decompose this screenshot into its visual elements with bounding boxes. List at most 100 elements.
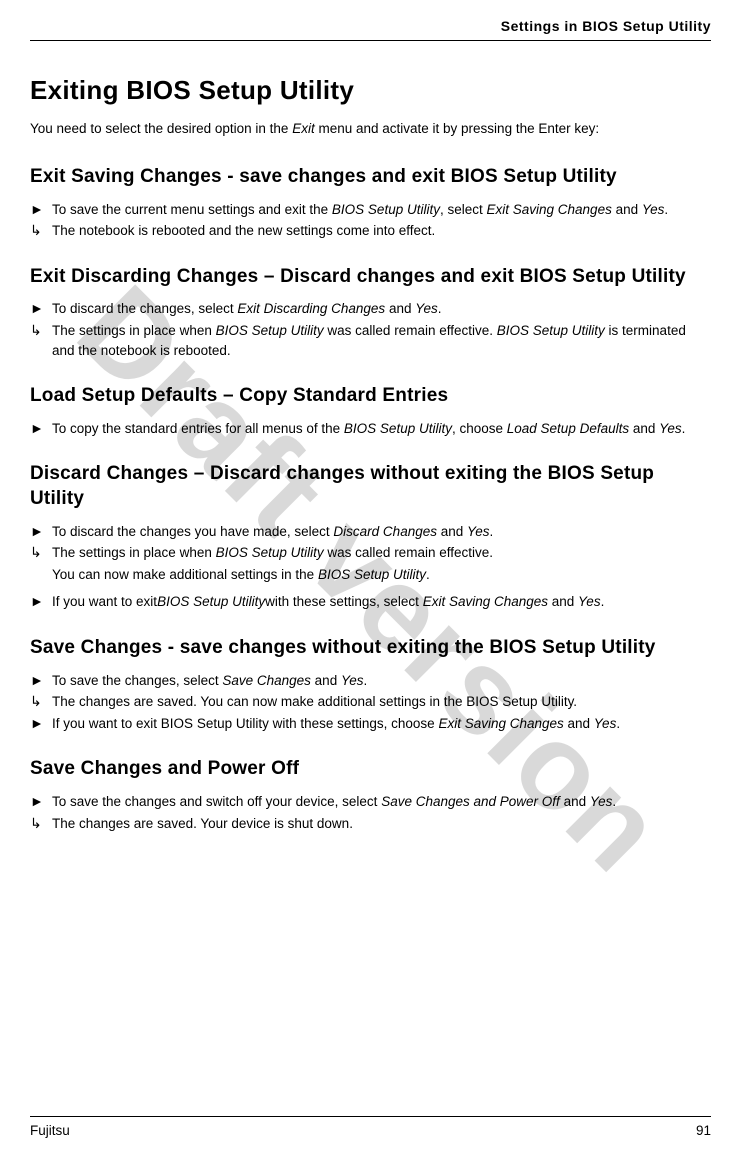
section-heading-load-defaults: Load Setup Defaults – Copy Standard Entr… <box>30 384 711 409</box>
result-bullet-icon: ↳ <box>30 321 52 339</box>
text: and <box>612 202 642 217</box>
text: and <box>564 716 594 731</box>
step-text: If you want to exitBIOS Setup Utilitywit… <box>52 592 711 612</box>
step-text: If you want to exit BIOS Setup Utility w… <box>52 714 711 734</box>
text: , choose <box>452 421 507 436</box>
step-bullet-icon: ► <box>30 792 52 810</box>
text: and <box>385 301 415 316</box>
result-item: ↳ The settings in place when BIOS Setup … <box>30 543 711 563</box>
text: The settings in place when <box>52 323 216 338</box>
step-bullet-icon: ► <box>30 522 52 540</box>
text: To discard the changes, select <box>52 301 237 316</box>
list: ► To copy the standard entries for all m… <box>30 419 711 439</box>
text: was called remain effective. <box>324 323 497 338</box>
step-text: To save the current menu settings and ex… <box>52 200 711 220</box>
text: and <box>629 421 659 436</box>
result-bullet-icon: ↳ <box>30 543 52 561</box>
text: To discard the changes you have made, se… <box>52 524 333 539</box>
italic-text: BIOS Setup Utility <box>332 202 440 217</box>
italic-text: Yes <box>467 524 490 539</box>
text: To save the current menu settings and ex… <box>52 202 332 217</box>
result-item: ↳ The settings in place when BIOS Setup … <box>30 321 711 360</box>
list: ► To discard the changes, select Exit Di… <box>30 299 711 360</box>
text: , select <box>440 202 487 217</box>
italic-text: BIOS Setup Utility <box>318 567 426 582</box>
text: with these settings, select <box>265 594 423 609</box>
page-title: Exiting BIOS Setup Utility <box>30 75 711 106</box>
step-text: To copy the standard entries for all men… <box>52 419 711 439</box>
text: To save the changes, select <box>52 673 222 688</box>
text: menu and activate it by pressing the Ent… <box>315 121 599 136</box>
text: You can now make additional settings in … <box>52 567 318 582</box>
italic-text: BIOS Setup Utility <box>216 323 324 338</box>
text: If you want to exit <box>52 594 157 609</box>
text: was called remain effective. <box>324 545 493 560</box>
result-text: The changes are saved. You can now make … <box>52 692 711 712</box>
list: ► To discard the changes you have made, … <box>30 522 711 612</box>
step-text: To discard the changes you have made, se… <box>52 522 711 542</box>
result-bullet-icon: ↳ <box>30 692 52 710</box>
text: and <box>548 594 578 609</box>
italic-text: Save Changes and Power Off <box>381 794 560 809</box>
step-bullet-icon: ► <box>30 299 52 317</box>
italic-text: Yes <box>341 673 364 688</box>
step-bullet-icon: ► <box>30 592 52 610</box>
result-text: The changes are saved. Your device is sh… <box>52 814 711 834</box>
result-text: The notebook is rebooted and the new set… <box>52 221 711 241</box>
step-bullet-icon: ► <box>30 419 52 437</box>
text: To save the changes and switch off your … <box>52 794 381 809</box>
result-item: ↳ The changes are saved. You can now mak… <box>30 692 711 712</box>
result-bullet-icon: ↳ <box>30 221 52 239</box>
running-head: Settings in BIOS Setup Utility <box>30 18 711 34</box>
step-text: To save the changes, select Save Changes… <box>52 671 711 691</box>
footer-rule <box>30 1116 711 1117</box>
italic-text: Exit Saving Changes <box>423 594 548 609</box>
section-heading-discard-changes: Discard Changes – Discard changes withou… <box>30 462 711 511</box>
text: . <box>426 567 430 582</box>
list: ► To save the changes, select Save Chang… <box>30 671 711 734</box>
italic-text: Yes <box>590 794 613 809</box>
step-item: ► If you want to exitBIOS Setup Utilityw… <box>30 592 711 612</box>
italic-text: Discard Changes <box>333 524 437 539</box>
italic-text: Exit Discarding Changes <box>237 301 385 316</box>
text: and <box>560 794 590 809</box>
step-item: ► To save the changes and switch off you… <box>30 792 711 812</box>
section-heading-exit-saving: Exit Saving Changes - save changes and e… <box>30 165 711 190</box>
section-heading-save-power-off: Save Changes and Power Off <box>30 757 711 782</box>
text: . <box>616 716 620 731</box>
italic-text: Yes <box>578 594 601 609</box>
text: To copy the standard entries for all men… <box>52 421 344 436</box>
text: . <box>490 524 494 539</box>
italic-text: Exit Saving Changes <box>487 202 612 217</box>
result-item: ↳ The changes are saved. Your device is … <box>30 814 711 834</box>
page-footer: Fujitsu 91 <box>30 1116 711 1138</box>
text: and <box>437 524 467 539</box>
step-item: ► To save the changes, select Save Chang… <box>30 671 711 691</box>
italic-text: Load Setup Defaults <box>507 421 629 436</box>
section-heading-save-changes: Save Changes - save changes without exit… <box>30 636 711 661</box>
italic-text: BIOS Setup Utility <box>157 594 265 609</box>
step-bullet-icon: ► <box>30 200 52 218</box>
step-bullet-icon: ► <box>30 714 52 732</box>
text: . <box>612 794 616 809</box>
step-item: ► To discard the changes, select Exit Di… <box>30 299 711 319</box>
result-subtext: You can now make additional settings in … <box>52 565 711 585</box>
step-bullet-icon: ► <box>30 671 52 689</box>
step-item: ► To save the current menu settings and … <box>30 200 711 220</box>
text: . <box>601 594 605 609</box>
result-text: The settings in place when BIOS Setup Ut… <box>52 543 711 563</box>
text: If you want to exit BIOS Setup Utility w… <box>52 716 438 731</box>
italic-text: Exit Saving Changes <box>438 716 563 731</box>
text: The settings in place when <box>52 545 216 560</box>
text: . <box>664 202 668 217</box>
italic-text: BIOS Setup Utility <box>344 421 452 436</box>
step-item: ► To discard the changes you have made, … <box>30 522 711 542</box>
intro-paragraph: You need to select the desired option in… <box>30 120 711 139</box>
step-item: ► If you want to exit BIOS Setup Utility… <box>30 714 711 734</box>
header-rule <box>30 40 711 41</box>
step-text: To save the changes and switch off your … <box>52 792 711 812</box>
italic-text: BIOS Setup Utility <box>216 545 324 560</box>
italic-text: Yes <box>415 301 438 316</box>
footer-left: Fujitsu <box>30 1123 70 1138</box>
italic-text: Yes <box>594 716 617 731</box>
